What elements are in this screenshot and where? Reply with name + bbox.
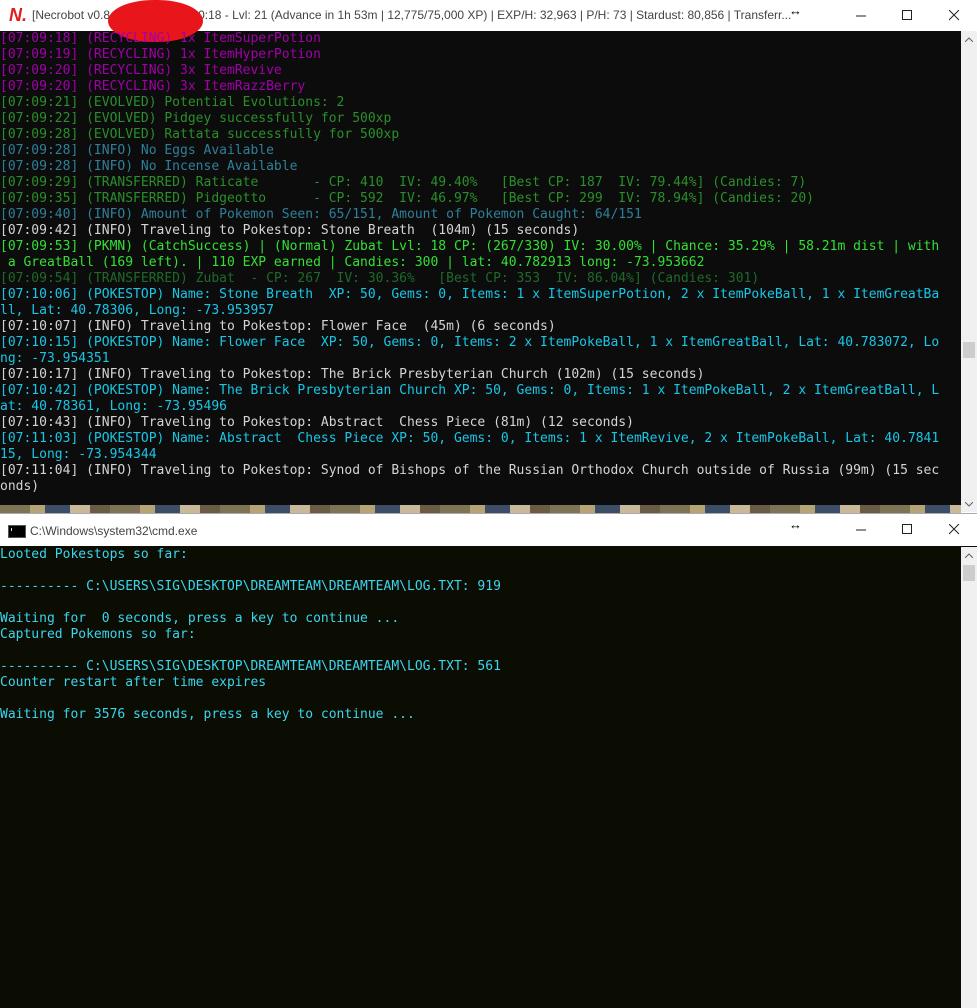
console-line: [07:10:17] (INFO) Traveling to Pokestop:… (0, 367, 705, 382)
scroll-down-icon[interactable] (961, 496, 977, 512)
console-line: Counter restart after time expires (0, 675, 267, 690)
minimize-icon (855, 15, 866, 17)
console-line: ll, Lat: 40.78306, Long: -73.953957 (0, 303, 274, 318)
console-line: [07:09:28] (EVOLVED) Rattata successfull… (0, 127, 400, 142)
console-line: ---------- C:\USERS\SIG\DESKTOP\DREAMTEA… (0, 579, 501, 594)
console-line: [07:10:07] (INFO) Traveling to Pokestop:… (0, 319, 556, 334)
console-line: [07:09:40] (INFO) Amount of Pokemon Seen… (0, 207, 642, 222)
necrobot-console-output: [07:09:18] (RECYCLING) 1x ItemSuperPotio… (0, 31, 961, 512)
close-icon (948, 524, 959, 535)
close-button[interactable] (931, 0, 977, 31)
console-line: 15, Long: -73.954344 (0, 447, 157, 462)
close-button[interactable] (931, 514, 977, 545)
console-line: onds) (0, 479, 40, 494)
cmd-window-title: C:\Windows\system32\cmd.exe (30, 524, 198, 538)
cmd-console-output: Looted Pokestops so far: ---------- C:\US… (0, 547, 961, 1008)
console-line: [07:10:42] (POKESTOP) Name: The Brick Pr… (0, 383, 940, 398)
maximize-icon (901, 524, 912, 534)
console-line: [07:09:18] (RECYCLING) 1x ItemSuperPotio… (0, 31, 321, 46)
console-line: [07:09:54] (TRANSFERRED) Zubat - CP: 267… (0, 271, 760, 286)
cmd-icon (8, 525, 26, 538)
console-line: Waiting for 0 seconds, press a key to co… (0, 611, 400, 626)
resize-cursor-icon: ↔ (789, 517, 802, 532)
console-line: Captured Pokemons so far: (0, 627, 196, 642)
maximize-button[interactable] (884, 514, 930, 545)
console-line: Looted Pokestops so far: (0, 547, 188, 562)
console-line: [07:10:15] (POKESTOP) Name: Flower Face … (0, 335, 940, 350)
console-line: [07:10:43] (INFO) Traveling to Pokestop:… (0, 415, 634, 430)
console-line: at: 40.78361, Long: -73.95496 (0, 399, 227, 414)
console-line: [07:09:29] (TRANSFERRED) Raticate - CP: … (0, 175, 807, 190)
maximize-button[interactable] (884, 0, 930, 31)
scroll-up-icon[interactable] (961, 547, 977, 563)
resize-cursor-icon: ↔ (789, 3, 802, 18)
console-line: [07:11:04] (INFO) Traveling to Pokestop:… (0, 463, 940, 478)
cmd-scrollbar[interactable] (961, 547, 977, 1008)
console-line: [07:09:28] (INFO) No Eggs Available (0, 143, 274, 158)
console-line: [07:11:03] (POKESTOP) Name: Abstract Che… (0, 431, 940, 446)
scroll-thumb[interactable] (963, 565, 975, 581)
necrobot-window: N. [Necrobot v0.8… ntime 00.07:40:18 - L… (0, 0, 977, 512)
scroll-up-icon[interactable] (961, 31, 977, 47)
console-line: Waiting for 3576 seconds, press a key to… (0, 707, 415, 722)
necrobot-scrollbar[interactable] (961, 31, 977, 512)
console-line: [07:09:28] (INFO) No Incense Available (0, 159, 298, 174)
scroll-thumb[interactable] (963, 342, 975, 358)
necrobot-titlebar[interactable]: N. [Necrobot v0.8… ntime 00.07:40:18 - L… (0, 0, 977, 42)
console-line: [07:09:35] (TRANSFERRED) Pidgeotto - CP:… (0, 191, 814, 206)
cmd-titlebar[interactable]: C:\Windows\system32\cmd.exe ↔ (0, 514, 977, 546)
minimize-icon (855, 529, 866, 531)
console-line: [07:09:19] (RECYCLING) 1x ItemHyperPotio… (0, 47, 321, 62)
console-line: [07:09:22] (EVOLVED) Pidgey successfully… (0, 111, 392, 126)
console-line: [07:09:21] (EVOLVED) Potential Evolution… (0, 95, 345, 110)
console-line: [07:09:53] (PKMN) (CatchSuccess) | (Norm… (0, 239, 940, 254)
console-line: ---------- C:\USERS\SIG\DESKTOP\DREAMTEA… (0, 659, 501, 674)
console-line: [07:10:06] (POKESTOP) Name: Stone Breath… (0, 287, 940, 302)
console-line: [07:09:20] (RECYCLING) 3x ItemRazzBerry (0, 79, 306, 94)
console-line: ng: -73.954351 (0, 351, 110, 366)
maximize-icon (901, 10, 912, 20)
desktop-background-strip (0, 505, 961, 513)
necrobot-logo-icon: N. (9, 5, 27, 25)
cmd-window: C:\Windows\system32\cmd.exe ↔ Looted Pok… (0, 513, 977, 1008)
console-line: [07:09:20] (RECYCLING) 3x ItemRevive (0, 63, 282, 78)
minimize-button[interactable] (838, 0, 884, 31)
minimize-button[interactable] (838, 514, 884, 545)
close-icon (948, 10, 959, 21)
console-line: [07:09:42] (INFO) Traveling to Pokestop:… (0, 223, 580, 238)
console-line: a GreatBall (169 left). | 110 EXP earned… (0, 255, 705, 270)
